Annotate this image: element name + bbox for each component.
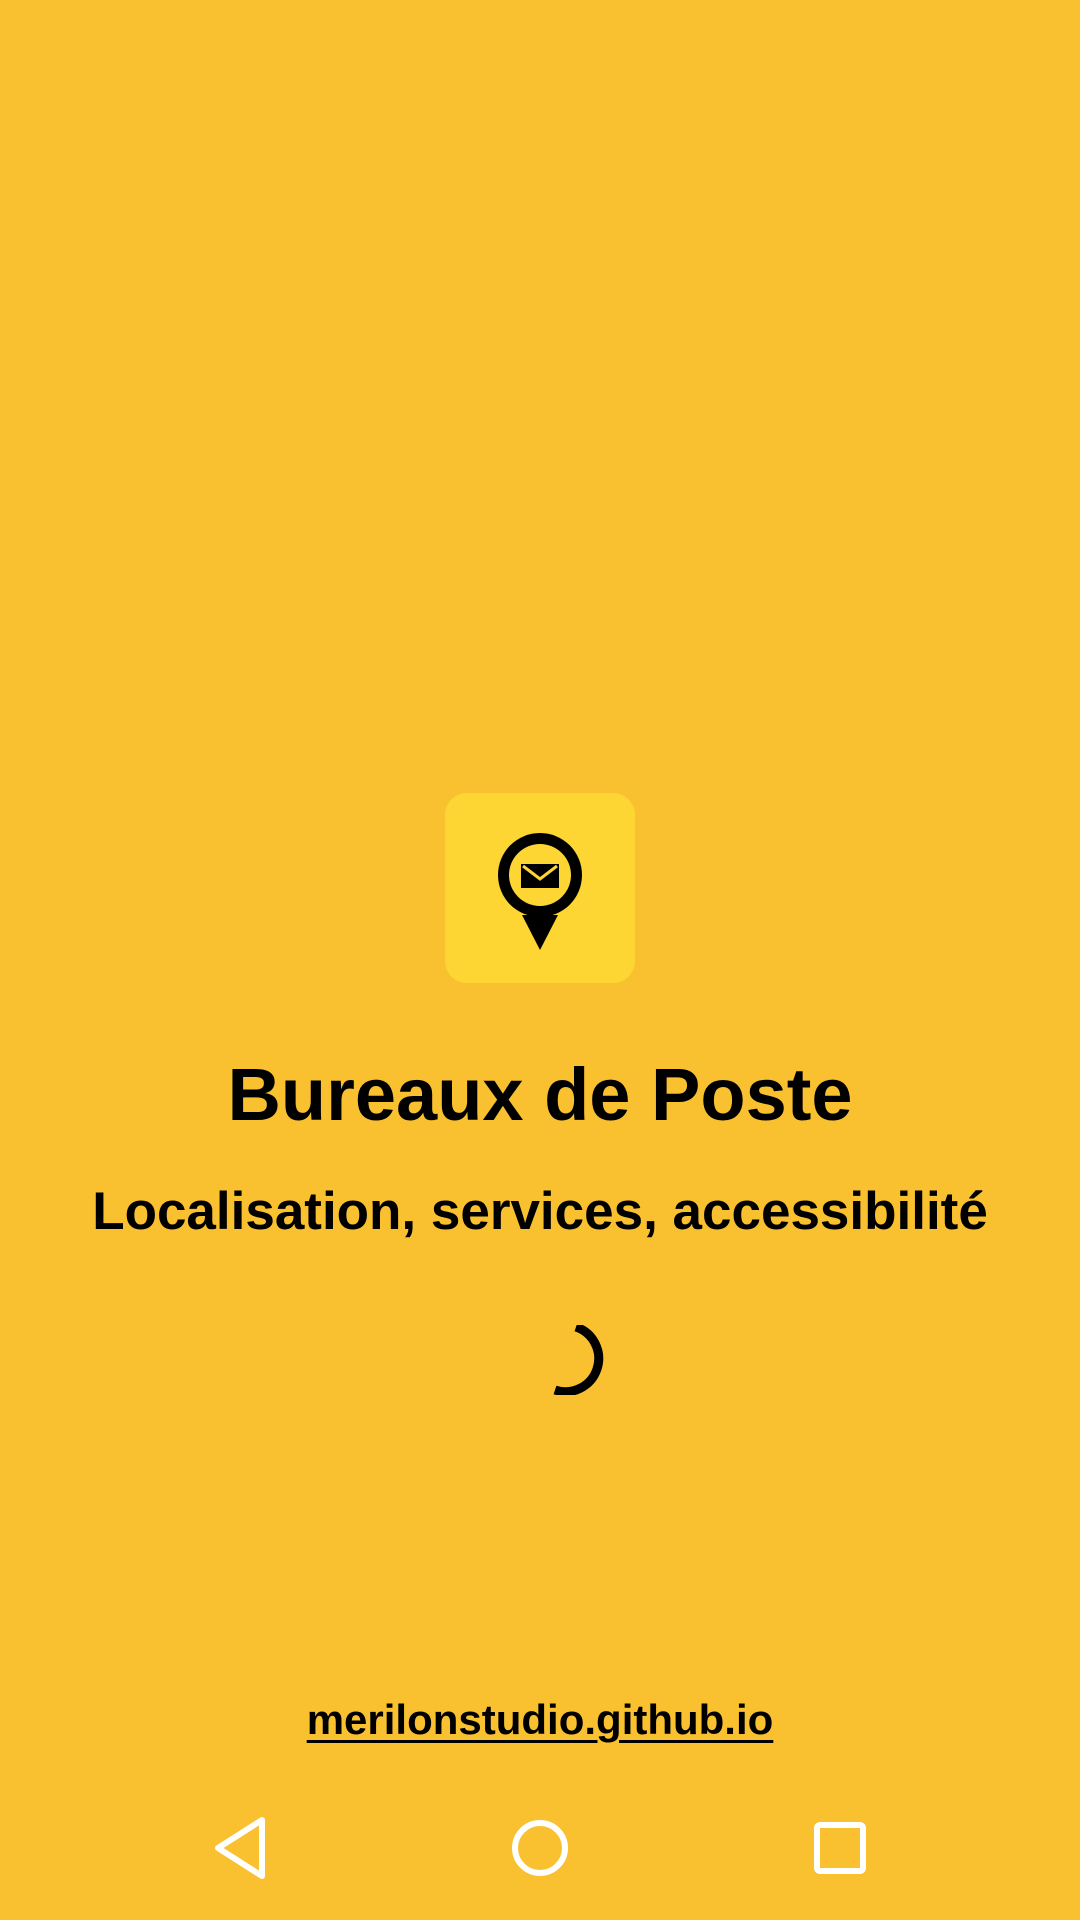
recents-button[interactable]: [800, 1808, 880, 1888]
app-logo: [445, 793, 635, 983]
home-button[interactable]: [500, 1808, 580, 1888]
loading-spinner-icon: [540, 1322, 610, 1397]
app-subtitle: Localisation, services, accessibilité: [92, 1182, 988, 1241]
post-office-location-pin-icon: [498, 833, 582, 950]
home-circle-icon: [512, 1820, 568, 1876]
website-link[interactable]: merilonstudio.github.io: [0, 1694, 1080, 1746]
back-triangle-icon: [215, 1817, 265, 1879]
back-button[interactable]: [200, 1808, 280, 1888]
recents-square-icon: [814, 1822, 866, 1874]
system-navigation-bar: [0, 1784, 1080, 1920]
app-title: Bureaux de Poste: [227, 1053, 853, 1136]
